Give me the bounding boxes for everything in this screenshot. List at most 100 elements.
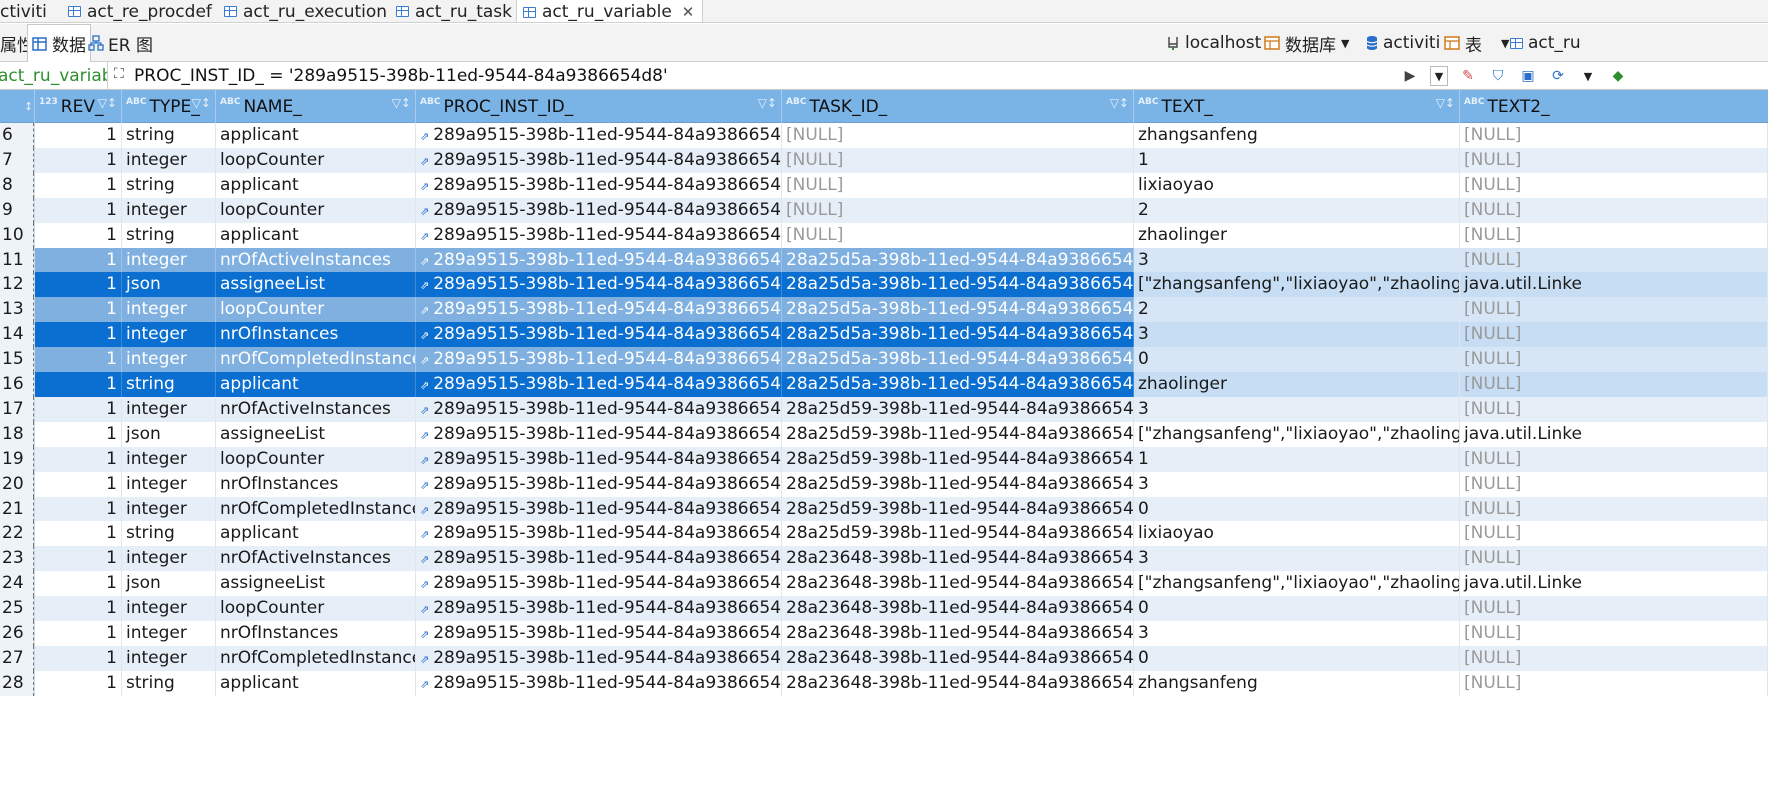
cell-task-id[interactable]: [NULL] (782, 147, 1134, 173)
table-row[interactable]: 23 1 integer nrOfActiveInstances ⇗ 289a9515-3… (0, 546, 1768, 572)
cell-proc-inst-id[interactable]: ⇗ 289a9515-398b-11ed-9544-84a9386654d8 (416, 670, 782, 696)
column-header-rev[interactable]: 123 REV_ ▽↕ (35, 90, 122, 123)
row-number[interactable]: 17 (0, 396, 35, 422)
filter-settings-icon[interactable]: ▣ (1518, 66, 1538, 86)
cell-proc-inst-id[interactable]: ⇗ 289a9515-398b-11ed-9544-84a9386654d8 (416, 596, 782, 622)
cell-rev[interactable]: 1 (35, 496, 122, 522)
row-number[interactable]: 18 (0, 421, 35, 447)
cell-text2[interactable]: [NULL] (1460, 322, 1768, 348)
cell-text[interactable]: 2 (1134, 197, 1460, 223)
cell-name[interactable]: loopCounter (216, 297, 416, 323)
cell-proc-inst-id[interactable]: ⇗ 289a9515-398b-11ed-9544-84a9386654d8 (416, 396, 782, 422)
cell-rev[interactable]: 1 (35, 247, 122, 273)
table-row[interactable]: 7 1 integer loopCounter ⇗ 289a9515-398b-11ed-… (0, 147, 1768, 173)
link-icon[interactable]: ⇗ (420, 404, 429, 417)
cell-proc-inst-id[interactable]: ⇗ 289a9515-398b-11ed-9544-84a9386654d8 (416, 147, 782, 173)
link-icon[interactable]: ⇗ (420, 379, 429, 392)
cell-name[interactable]: assigneeList (216, 571, 416, 597)
cell-proc-inst-id[interactable]: ⇗ 289a9515-398b-11ed-9544-84a9386654d8 (416, 521, 782, 547)
filter-expression-input[interactable]: PROC_INST_ID_ = '289a9515-398b-11ed-9544… (134, 64, 1424, 88)
cell-task-id[interactable]: 28a25d5a-398b-11ed-9544-84a9386654d8 (782, 297, 1134, 323)
cell-text[interactable]: 3 (1134, 396, 1460, 422)
cell-proc-inst-id[interactable]: ⇗ 289a9515-398b-11ed-9544-84a9386654d8 (416, 272, 782, 298)
cell-proc-inst-id[interactable]: ⇗ 289a9515-398b-11ed-9544-84a9386654d8 (416, 421, 782, 447)
close-icon[interactable]: ✕ (682, 3, 695, 21)
table-row[interactable]: 28 1 string applicant ⇗ 289a9515-398b-11ed-95… (0, 670, 1768, 696)
cell-text2[interactable]: [NULL] (1460, 446, 1768, 472)
cell-task-id[interactable]: 28a23648-398b-11ed-9544-84a9386654d8 (782, 571, 1134, 597)
cell-rev[interactable]: 1 (35, 396, 122, 422)
cell-name[interactable]: nrOfCompletedInstances (216, 645, 416, 671)
table-row[interactable]: 14 1 integer nrOfInstances ⇗ 289a9515-398b-11… (0, 322, 1768, 348)
cell-text2[interactable]: [NULL] (1460, 222, 1768, 248)
column-header-text2[interactable]: ABC TEXT2_ (1460, 90, 1768, 123)
table-row[interactable]: 17 1 integer nrOfActiveInstances ⇗ 289a9515-3… (0, 396, 1768, 422)
chevron-down-icon[interactable]: ▼ (1578, 66, 1598, 86)
table-row[interactable]: 15 1 integer nrOfCompletedInstances ⇗ 289a951… (0, 347, 1768, 373)
table-row[interactable]: 24 1 json assigneeList ⇗ 289a9515-398b-11ed-9… (0, 571, 1768, 597)
cell-rev[interactable]: 1 (35, 471, 122, 497)
breadcrumb-database[interactable]: 数据库 ▼ (1264, 24, 1349, 62)
chevron-down-icon[interactable]: ▼ (1341, 37, 1349, 50)
cell-rev[interactable]: 1 (35, 347, 122, 373)
tab-act-ru-task[interactable]: act_ru_task (390, 0, 520, 22)
cell-text[interactable]: 0 (1134, 596, 1460, 622)
table-row[interactable]: 6 1 string applicant ⇗ 289a9515-398b-11ed-954… (0, 123, 1768, 148)
cell-type[interactable]: integer (122, 546, 216, 572)
cell-rev[interactable]: 1 (35, 372, 122, 397)
cell-text2[interactable]: [NULL] (1460, 347, 1768, 373)
table-row[interactable]: 27 1 integer nrOfCompletedInstances ⇗ 289a951… (0, 645, 1768, 671)
cell-name[interactable]: applicant (216, 222, 416, 248)
cell-task-id[interactable]: 28a23648-398b-11ed-9544-84a9386654d8 (782, 621, 1134, 646)
cell-type[interactable]: string (122, 222, 216, 248)
cell-rev[interactable]: 1 (35, 123, 122, 148)
cell-text2[interactable]: [NULL] (1460, 147, 1768, 173)
cell-name[interactable]: loopCounter (216, 147, 416, 173)
cell-text2[interactable]: [NULL] (1460, 247, 1768, 273)
cell-rev[interactable]: 1 (35, 272, 122, 298)
cell-type[interactable]: string (122, 670, 216, 696)
cell-rev[interactable]: 1 (35, 421, 122, 447)
table-row[interactable]: 9 1 integer loopCounter ⇗ 289a9515-398b-11ed-… (0, 197, 1768, 223)
cell-rev[interactable]: 1 (35, 521, 122, 547)
table-row[interactable]: 19 1 integer loopCounter ⇗ 289a9515-398b-11ed… (0, 446, 1768, 472)
cell-text[interactable]: 3 (1134, 546, 1460, 572)
cell-rev[interactable]: 1 (35, 446, 122, 472)
cell-text[interactable]: 1 (1134, 147, 1460, 173)
cell-text[interactable]: 0 (1134, 645, 1460, 671)
link-icon[interactable]: ⇗ (420, 628, 429, 641)
cell-proc-inst-id[interactable]: ⇗ 289a9515-398b-11ed-9544-84a9386654d8 (416, 471, 782, 497)
cell-text2[interactable]: [NULL] (1460, 297, 1768, 323)
column-header-name[interactable]: ABC NAME_ ▽↕ (216, 90, 416, 123)
row-number[interactable]: 7 (0, 147, 35, 173)
tab-act-ru-execution[interactable]: act_ru_execution (218, 0, 395, 22)
cell-name[interactable]: nrOfInstances (216, 471, 416, 497)
table-row[interactable]: 25 1 integer loopCounter ⇗ 289a9515-398b-11ed… (0, 596, 1768, 622)
cell-name[interactable]: applicant (216, 670, 416, 696)
cell-name[interactable]: loopCounter (216, 197, 416, 223)
row-number[interactable]: 16 (0, 372, 35, 397)
cell-proc-inst-id[interactable]: ⇗ 289a9515-398b-11ed-9544-84a9386654d8 (416, 222, 782, 248)
table-row[interactable]: 18 1 json assigneeList ⇗ 289a9515-398b-11ed-9… (0, 421, 1768, 447)
link-icon[interactable]: ⇗ (420, 504, 429, 517)
cell-text[interactable]: zhangsanfeng (1134, 123, 1460, 148)
link-icon[interactable]: ⇗ (420, 205, 429, 218)
link-icon[interactable]: ⇗ (420, 130, 429, 143)
cell-task-id[interactable]: 28a25d59-398b-11ed-9544-84a9386654d8 (782, 496, 1134, 522)
cell-proc-inst-id[interactable]: ⇗ 289a9515-398b-11ed-9544-84a9386654d8 (416, 123, 782, 148)
row-number[interactable]: 28 (0, 670, 35, 696)
breadcrumb-host[interactable]: localhost (1166, 24, 1261, 62)
cell-type[interactable]: json (122, 571, 216, 597)
breadcrumb-table[interactable]: act_ru (1510, 24, 1581, 62)
cell-type[interactable]: string (122, 172, 216, 198)
cell-type[interactable]: integer (122, 645, 216, 671)
cell-rev[interactable]: 1 (35, 546, 122, 572)
cell-text[interactable]: lixiaoyao (1134, 172, 1460, 198)
cell-task-id[interactable]: 28a23648-398b-11ed-9544-84a9386654d8 (782, 645, 1134, 671)
cell-proc-inst-id[interactable]: ⇗ 289a9515-398b-11ed-9544-84a9386654d8 (416, 546, 782, 572)
cell-proc-inst-id[interactable]: ⇗ 289a9515-398b-11ed-9544-84a9386654d8 (416, 645, 782, 671)
cell-type[interactable]: integer (122, 496, 216, 522)
cell-task-id[interactable]: [NULL] (782, 172, 1134, 198)
cell-name[interactable]: nrOfActiveInstances (216, 396, 416, 422)
link-icon[interactable]: ⇗ (420, 155, 429, 168)
